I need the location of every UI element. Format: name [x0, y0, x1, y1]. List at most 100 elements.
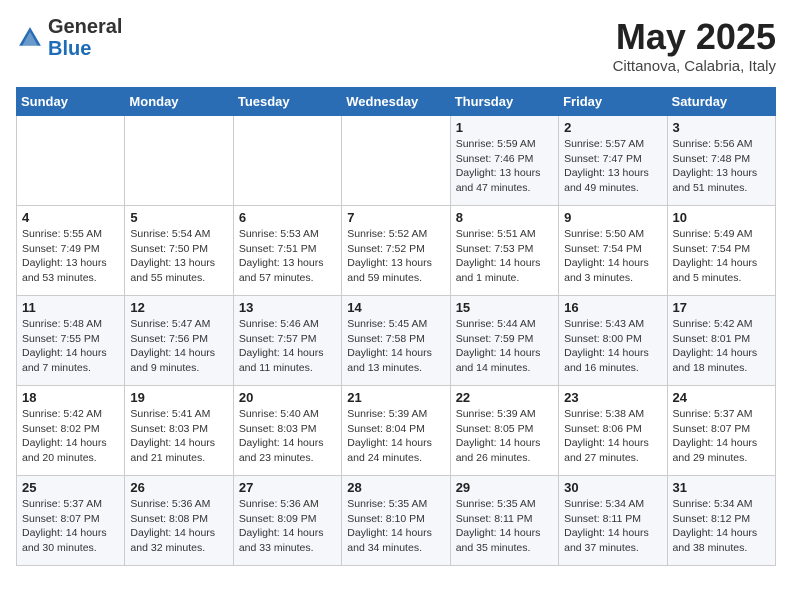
- calendar-cell: 14 Sunrise: 5:45 AMSunset: 7:58 PMDayligh…: [342, 296, 450, 386]
- calendar-cell: 12Sunrise: 5:47 AMSunset: 7:56 PMDayligh…: [125, 296, 233, 386]
- day-number: 17: [673, 300, 770, 315]
- day-info: Sunrise: 5:55 AMSunset: 7:49 PMDaylight:…: [22, 227, 119, 286]
- calendar-cell: 21 Sunrise: 5:39 AMSunset: 8:04 PMDayligh…: [342, 386, 450, 476]
- header-cell-wednesday: Wednesday: [342, 88, 450, 116]
- day-info: Sunrise: 5:39 AMSunset: 8:04 PMDaylight:…: [347, 407, 444, 466]
- calendar-cell: 24 Sunrise: 5:37 AMSunset: 8:07 PMDayligh…: [667, 386, 775, 476]
- logo-general: General: [48, 16, 122, 38]
- header-cell-saturday: Saturday: [667, 88, 775, 116]
- day-number: 6: [239, 210, 336, 225]
- day-number: 28: [347, 480, 444, 495]
- day-number: 9: [564, 210, 661, 225]
- calendar-cell: 1Sunrise: 5:59 AMSunset: 7:46 PMDaylight…: [450, 116, 558, 206]
- day-number: 16: [564, 300, 661, 315]
- day-number: 15: [456, 300, 553, 315]
- calendar-cell: 8Sunrise: 5:51 AMSunset: 7:53 PMDaylight…: [450, 206, 558, 296]
- day-number: 10: [673, 210, 770, 225]
- day-number: 3: [673, 120, 770, 135]
- day-info: Sunrise: 5:34 AMSunset: 8:11 PMDaylight:…: [564, 497, 661, 556]
- day-number: 27: [239, 480, 336, 495]
- calendar-cell: 22Sunrise: 5:39 AMSunset: 8:05 PMDayligh…: [450, 386, 558, 476]
- calendar-cell: 23 Sunrise: 5:38 AMSunset: 8:06 PMDayligh…: [559, 386, 667, 476]
- calendar-cell: 30 Sunrise: 5:34 AMSunset: 8:11 PMDayligh…: [559, 476, 667, 566]
- title-block: May 2025 Cittanova, Calabria, Italy: [613, 16, 776, 75]
- calendar-table: SundayMondayTuesdayWednesdayThursdayFrid…: [16, 87, 776, 566]
- logo: General Blue: [16, 16, 122, 60]
- location-subtitle: Cittanova, Calabria, Italy: [613, 58, 776, 75]
- day-number: 25: [22, 480, 119, 495]
- day-info: Sunrise: 5:35 AMSunset: 8:10 PMDaylight:…: [347, 497, 444, 556]
- day-number: 23: [564, 390, 661, 405]
- header-cell-sunday: Sunday: [17, 88, 125, 116]
- day-info: Sunrise: 5:34 AMSunset: 8:12 PMDaylight:…: [673, 497, 770, 556]
- day-info: Sunrise: 5:48 AMSunset: 7:55 PMDaylight:…: [22, 317, 119, 376]
- day-number: 24: [673, 390, 770, 405]
- calendar-cell: 6 Sunrise: 5:53 AMSunset: 7:51 PMDaylight…: [233, 206, 341, 296]
- day-number: 31: [673, 480, 770, 495]
- day-number: 18: [22, 390, 119, 405]
- logo-text: General Blue: [48, 16, 122, 60]
- day-info: Sunrise: 5:37 AMSunset: 8:07 PMDaylight:…: [673, 407, 770, 466]
- day-info: Sunrise: 5:49 AMSunset: 7:54 PMDaylight:…: [673, 227, 770, 286]
- calendar-cell: 9Sunrise: 5:50 AMSunset: 7:54 PMDaylight…: [559, 206, 667, 296]
- day-number: 30: [564, 480, 661, 495]
- day-info: Sunrise: 5:57 AMSunset: 7:47 PMDaylight:…: [564, 137, 661, 196]
- day-info: Sunrise: 5:42 AMSunset: 8:01 PMDaylight:…: [673, 317, 770, 376]
- calendar-week-row: 11 Sunrise: 5:48 AMSunset: 7:55 PMDayligh…: [17, 296, 776, 386]
- calendar-cell: 27 Sunrise: 5:36 AMSunset: 8:09 PMDayligh…: [233, 476, 341, 566]
- day-info: Sunrise: 5:36 AMSunset: 8:08 PMDaylight:…: [130, 497, 227, 556]
- day-info: Sunrise: 5:45 AMSunset: 7:58 PMDaylight:…: [347, 317, 444, 376]
- day-number: 13: [239, 300, 336, 315]
- calendar-cell: 26 Sunrise: 5:36 AMSunset: 8:08 PMDayligh…: [125, 476, 233, 566]
- day-info: Sunrise: 5:54 AMSunset: 7:50 PMDaylight:…: [130, 227, 227, 286]
- calendar-cell: 13 Sunrise: 5:46 AMSunset: 7:57 PMDayligh…: [233, 296, 341, 386]
- calendar-cell: 17 Sunrise: 5:42 AMSunset: 8:01 PMDayligh…: [667, 296, 775, 386]
- header-cell-thursday: Thursday: [450, 88, 558, 116]
- day-info: Sunrise: 5:47 AMSunset: 7:56 PMDaylight:…: [130, 317, 227, 376]
- calendar-cell: 3 Sunrise: 5:56 AMSunset: 7:48 PMDaylight…: [667, 116, 775, 206]
- day-info: Sunrise: 5:59 AMSunset: 7:46 PMDaylight:…: [456, 137, 553, 196]
- calendar-week-row: 4 Sunrise: 5:55 AMSunset: 7:49 PMDaylight…: [17, 206, 776, 296]
- day-number: 21: [347, 390, 444, 405]
- header-cell-tuesday: Tuesday: [233, 88, 341, 116]
- day-number: 20: [239, 390, 336, 405]
- calendar-cell: 4 Sunrise: 5:55 AMSunset: 7:49 PMDaylight…: [17, 206, 125, 296]
- day-info: Sunrise: 5:52 AMSunset: 7:52 PMDaylight:…: [347, 227, 444, 286]
- calendar-cell: [17, 116, 125, 206]
- day-number: 4: [22, 210, 119, 225]
- day-info: Sunrise: 5:41 AMSunset: 8:03 PMDaylight:…: [130, 407, 227, 466]
- day-number: 8: [456, 210, 553, 225]
- calendar-cell: 5 Sunrise: 5:54 AMSunset: 7:50 PMDaylight…: [125, 206, 233, 296]
- day-info: Sunrise: 5:38 AMSunset: 8:06 PMDaylight:…: [564, 407, 661, 466]
- calendar-cell: 11 Sunrise: 5:48 AMSunset: 7:55 PMDayligh…: [17, 296, 125, 386]
- calendar-cell: 7 Sunrise: 5:52 AMSunset: 7:52 PMDaylight…: [342, 206, 450, 296]
- calendar-cell: [125, 116, 233, 206]
- month-title: May 2025: [613, 16, 776, 58]
- calendar-body: 1Sunrise: 5:59 AMSunset: 7:46 PMDaylight…: [17, 116, 776, 566]
- day-number: 26: [130, 480, 227, 495]
- calendar-week-row: 18 Sunrise: 5:42 AMSunset: 8:02 PMDayligh…: [17, 386, 776, 476]
- day-info: Sunrise: 5:37 AMSunset: 8:07 PMDaylight:…: [22, 497, 119, 556]
- day-info: Sunrise: 5:36 AMSunset: 8:09 PMDaylight:…: [239, 497, 336, 556]
- calendar-cell: 20 Sunrise: 5:40 AMSunset: 8:03 PMDayligh…: [233, 386, 341, 476]
- day-info: Sunrise: 5:40 AMSunset: 8:03 PMDaylight:…: [239, 407, 336, 466]
- day-number: 2: [564, 120, 661, 135]
- day-number: 14: [347, 300, 444, 315]
- day-info: Sunrise: 5:42 AMSunset: 8:02 PMDaylight:…: [22, 407, 119, 466]
- day-number: 19: [130, 390, 227, 405]
- day-number: 7: [347, 210, 444, 225]
- logo-blue: Blue: [48, 38, 91, 60]
- day-number: 29: [456, 480, 553, 495]
- day-number: 5: [130, 210, 227, 225]
- calendar-cell: 18 Sunrise: 5:42 AMSunset: 8:02 PMDayligh…: [17, 386, 125, 476]
- calendar-week-row: 1Sunrise: 5:59 AMSunset: 7:46 PMDaylight…: [17, 116, 776, 206]
- page-header: General Blue May 2025 Cittanova, Calabri…: [16, 16, 776, 75]
- day-info: Sunrise: 5:56 AMSunset: 7:48 PMDaylight:…: [673, 137, 770, 196]
- day-info: Sunrise: 5:46 AMSunset: 7:57 PMDaylight:…: [239, 317, 336, 376]
- day-info: Sunrise: 5:53 AMSunset: 7:51 PMDaylight:…: [239, 227, 336, 286]
- day-number: 11: [22, 300, 119, 315]
- calendar-week-row: 25 Sunrise: 5:37 AMSunset: 8:07 PMDayligh…: [17, 476, 776, 566]
- calendar-cell: 31 Sunrise: 5:34 AMSunset: 8:12 PMDayligh…: [667, 476, 775, 566]
- header-cell-friday: Friday: [559, 88, 667, 116]
- day-number: 22: [456, 390, 553, 405]
